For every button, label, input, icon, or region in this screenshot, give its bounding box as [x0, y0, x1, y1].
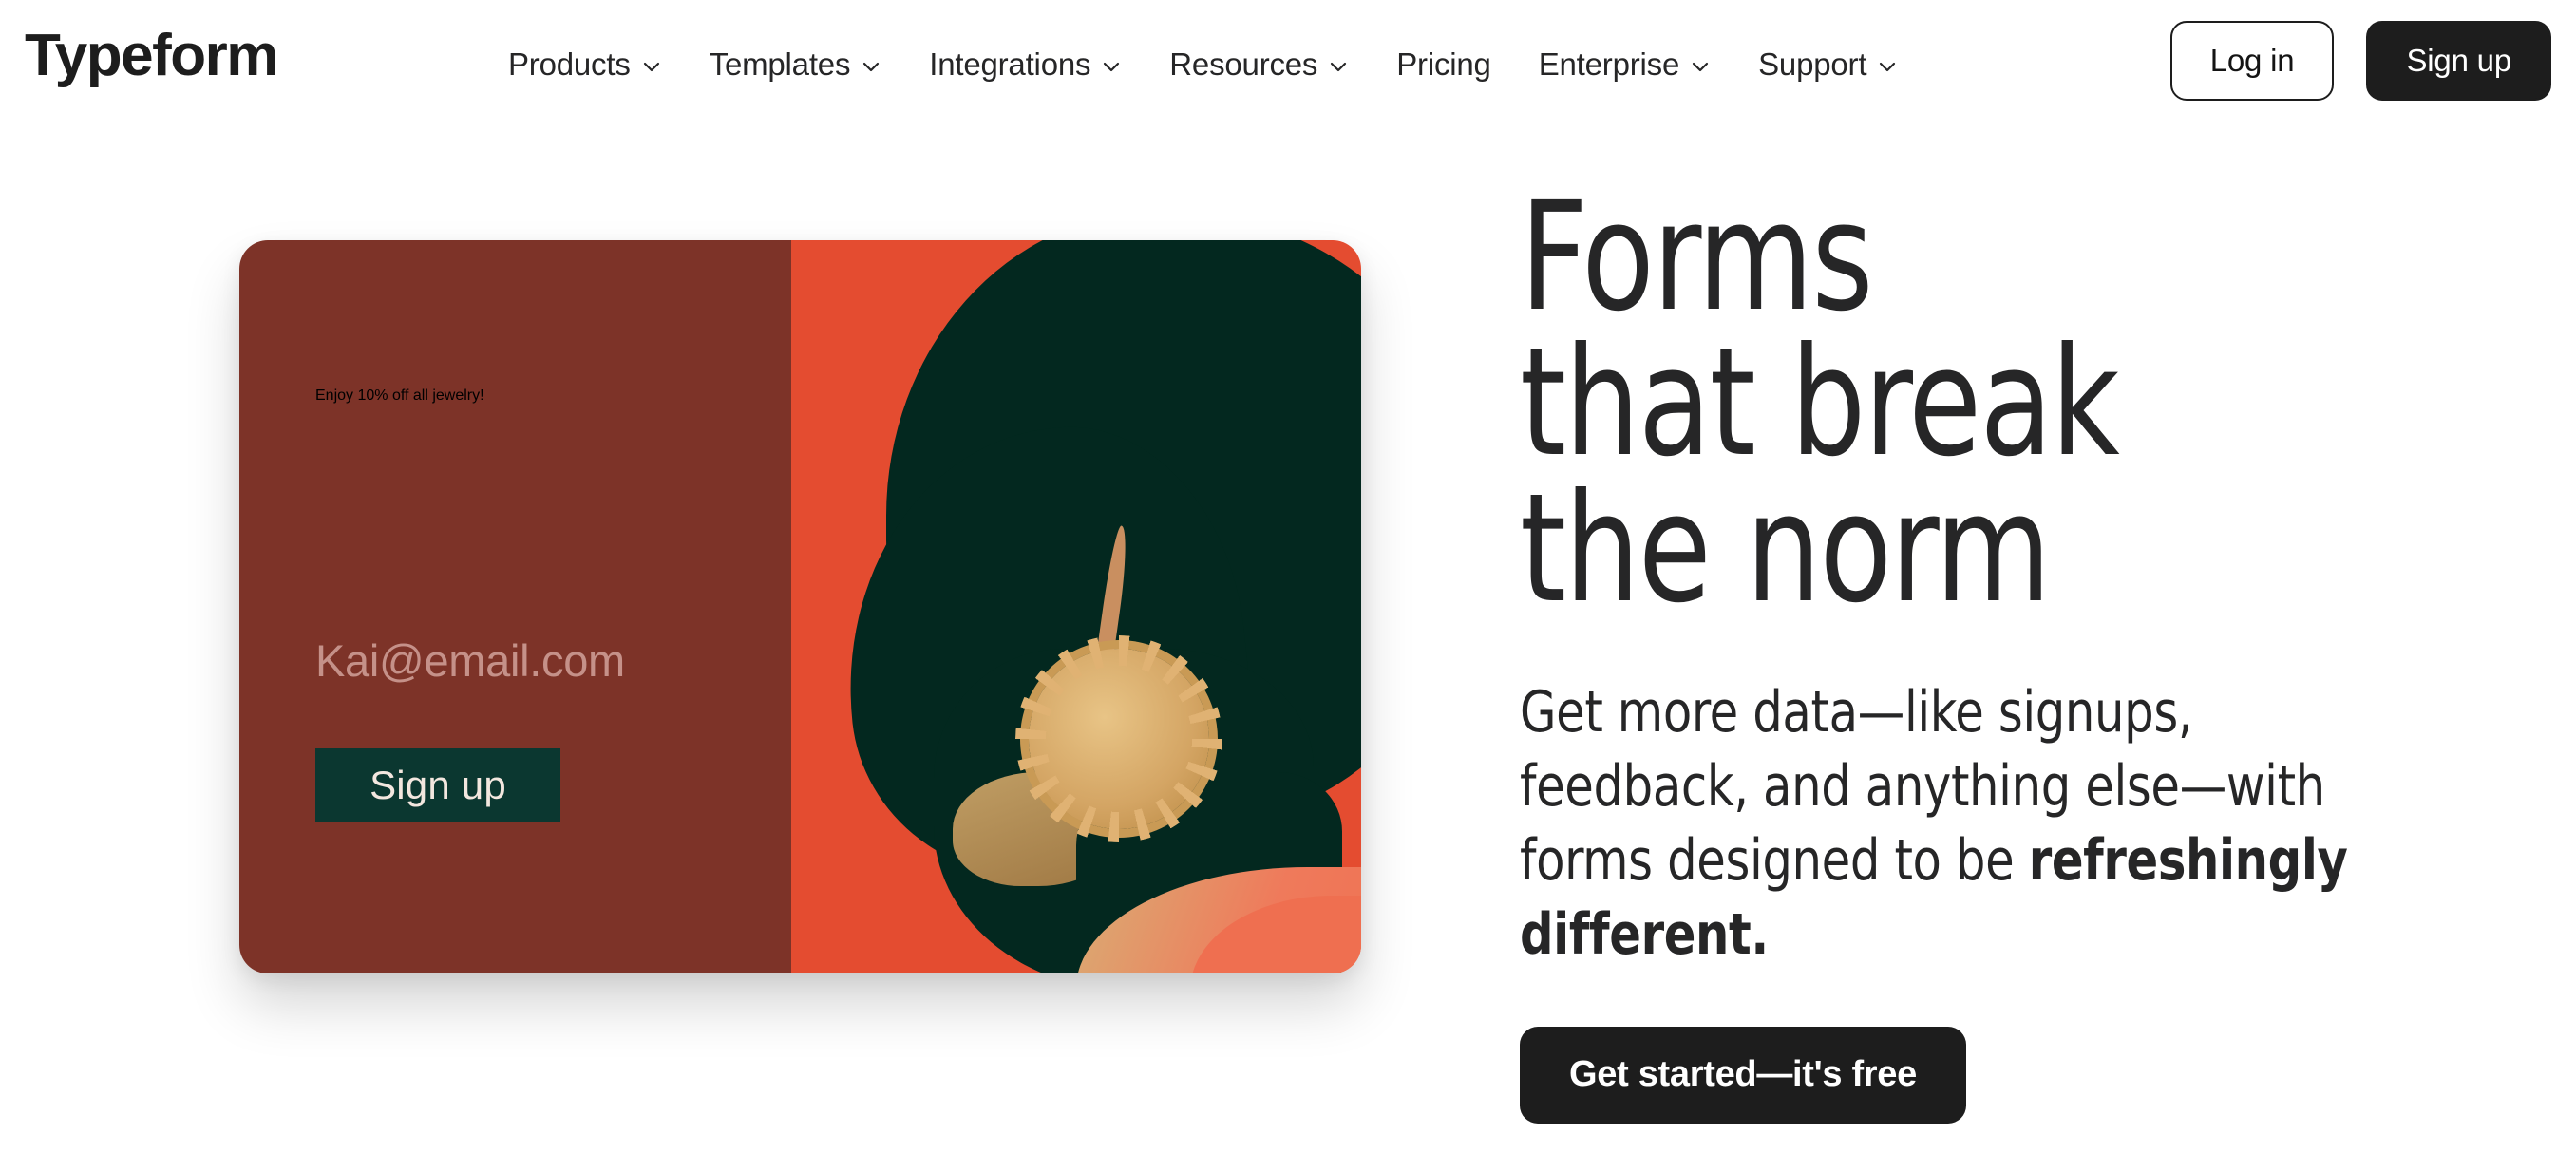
nav-item-label: Templates — [709, 47, 851, 82]
page-title: Forms that break the norm — [1520, 170, 2120, 636]
nav-item-support[interactable]: Support — [1734, 42, 1922, 87]
nav-item-label: Resources — [1169, 47, 1318, 82]
nav-item-enterprise[interactable]: Enterprise — [1515, 42, 1734, 87]
sign-up-button[interactable]: Sign up — [2366, 21, 2551, 101]
nav-item-pricing[interactable]: Pricing — [1373, 42, 1514, 87]
form-submit-button[interactable]: Sign up — [315, 748, 560, 822]
site-header: Typeform Products Templates Integrations… — [0, 0, 2576, 133]
log-in-button[interactable]: Log in — [2169, 21, 2335, 101]
email-field-placeholder[interactable]: Kai@email.com — [315, 634, 625, 687]
chevron-down-icon — [1877, 56, 1898, 77]
nav-item-label: Support — [1758, 47, 1867, 82]
typeform-logo[interactable]: Typeform — [25, 27, 278, 85]
hero-subtitle: Get more data—like signups, feedback, an… — [1520, 675, 2394, 972]
nav-item-integrations[interactable]: Integrations — [905, 42, 1146, 87]
primary-navigation: Products Templates Integrations Resource… — [484, 42, 1922, 87]
chevron-down-icon — [1690, 56, 1711, 77]
chevron-down-icon — [861, 56, 881, 77]
nav-item-label: Products — [508, 47, 631, 82]
form-preview-panel: Enjoy 10% off all jewelry! Kai@email.com… — [239, 240, 791, 973]
nav-item-templates[interactable]: Templates — [686, 42, 906, 87]
chevron-down-icon — [641, 56, 662, 77]
get-started-button[interactable]: Get started—it's free — [1520, 1026, 1966, 1124]
auth-actions: Log in Sign up — [2169, 21, 2551, 101]
form-question-text: Enjoy 10% off all jewelry! — [315, 387, 484, 404]
nav-item-label: Enterprise — [1538, 47, 1680, 82]
gold-earring-icon — [1029, 649, 1209, 829]
form-preview-card[interactable]: Enjoy 10% off all jewelry! Kai@email.com… — [239, 240, 1361, 973]
chevron-down-icon — [1328, 56, 1349, 77]
nav-item-products[interactable]: Products — [484, 42, 686, 87]
nav-item-label: Pricing — [1396, 47, 1491, 82]
nav-item-resources[interactable]: Resources — [1146, 42, 1373, 87]
chevron-down-icon — [1101, 56, 1122, 77]
form-preview-photo — [791, 240, 1361, 973]
hero-section: Enjoy 10% off all jewelry! Kai@email.com… — [0, 133, 2576, 1153]
hero-text-column: Forms that break the norm Get more data—… — [1520, 170, 2470, 1124]
nav-item-label: Integrations — [929, 47, 1091, 82]
